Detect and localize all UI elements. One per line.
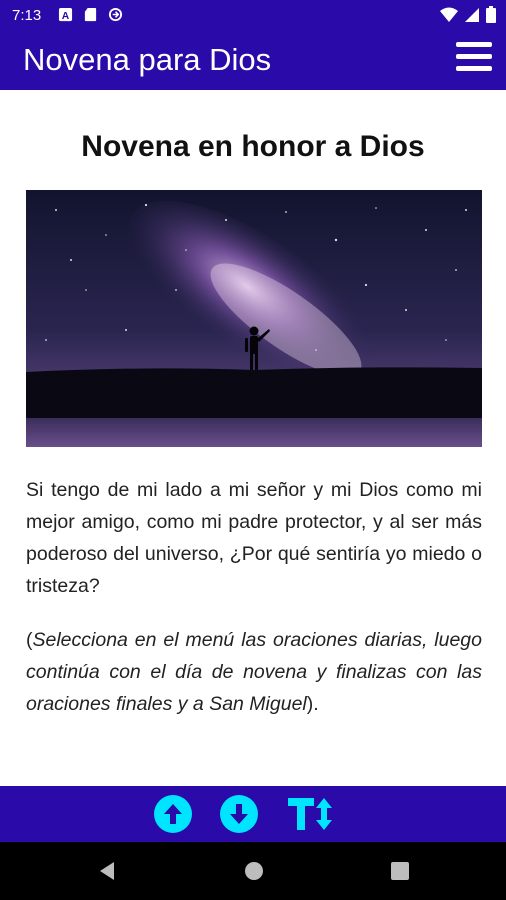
instruction-text: Selecciona en el menú las oraciones diar…: [26, 629, 482, 715]
sd-card-icon: [84, 7, 97, 22]
app-bar: Novena para Dios: [0, 30, 506, 90]
back-icon[interactable]: [97, 861, 117, 886]
bottom-toolbar: [0, 786, 506, 842]
font-notification-icon: A: [58, 7, 73, 22]
instruction-paragraph: (Selecciona en el menú las oraciones dia…: [26, 624, 482, 720]
page-title: Novena en honor a Dios: [81, 130, 425, 163]
svg-text:A: A: [62, 11, 70, 22]
status-time: 7:13: [12, 7, 42, 24]
recents-icon[interactable]: [390, 861, 410, 886]
battery-icon: [486, 6, 496, 23]
milky-way-silhouette-image: [26, 190, 482, 447]
status-system-icons: [440, 6, 496, 23]
menu-line: [456, 42, 492, 47]
app-title: Novena para Dios: [23, 42, 272, 77]
hamburger-menu-icon[interactable]: [456, 42, 492, 76]
intro-paragraph: Si tengo de mi lado a mi señor y mi Dios…: [26, 479, 482, 597]
menu-line: [456, 54, 492, 59]
menu-line: [456, 66, 492, 71]
system-nav-bar: [0, 842, 506, 900]
wifi-icon: [440, 7, 458, 22]
text-size-icon[interactable]: [286, 794, 336, 834]
scroll-up-icon[interactable]: [153, 794, 193, 834]
signal-icon: [465, 7, 479, 22]
status-bar: 7:13 A: [0, 0, 506, 30]
content-scroll-area[interactable]: Novena en honor a Dios Si tengo de mi la…: [0, 90, 506, 786]
status-notification-icons: A: [58, 7, 123, 22]
instruction-close-paren: ).: [306, 693, 319, 715]
scroll-down-icon[interactable]: [219, 794, 259, 834]
sync-icon: [108, 7, 123, 22]
home-icon[interactable]: [244, 861, 264, 886]
